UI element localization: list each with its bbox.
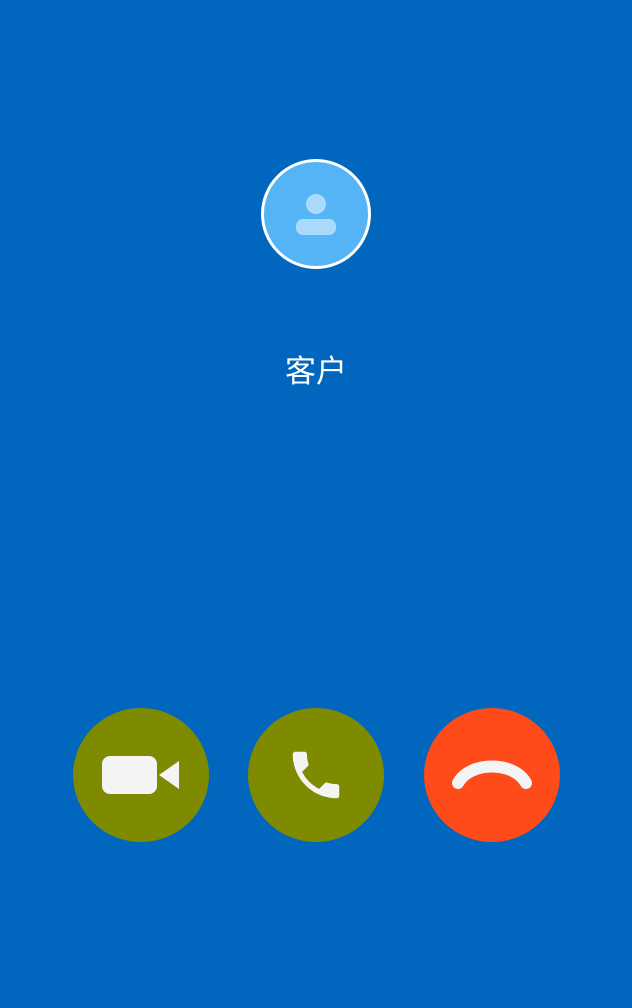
caller-avatar — [261, 159, 371, 269]
video-camera-icon — [102, 753, 180, 797]
phone-icon — [285, 744, 347, 806]
phone-hangup-icon — [450, 757, 534, 793]
video-call-button[interactable] — [73, 708, 209, 842]
decline-call-button[interactable] — [424, 708, 560, 842]
answer-call-button[interactable] — [248, 708, 384, 842]
person-icon — [294, 190, 338, 238]
incoming-call-screen: 客户 — [0, 0, 632, 1008]
caller-name: 客户 — [285, 354, 347, 390]
